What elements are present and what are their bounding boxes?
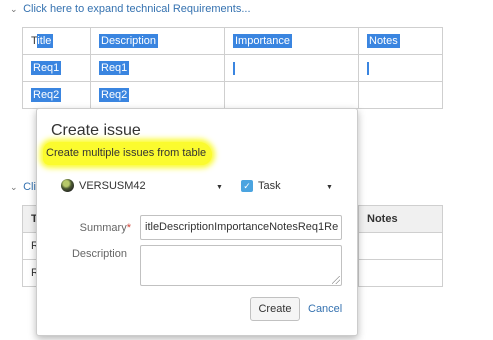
task-checkmark-icon: ✓ (241, 180, 253, 192)
cell-text: Req2 (99, 88, 130, 102)
chevron-down-icon: ⌄ (10, 182, 18, 192)
table-cell[interactable]: Req1 (22, 54, 91, 82)
summary-input[interactable]: itleDescriptionImportanceNotesReq1Re (140, 215, 342, 240)
cell-text: Req2 (31, 88, 62, 102)
table-header-cell[interactable]: Description (90, 27, 225, 55)
header-importance: Importance (233, 34, 293, 48)
table-cell[interactable] (358, 232, 443, 260)
dialog-title: Create issue (51, 122, 141, 139)
table-cell[interactable] (224, 54, 359, 82)
requirements-table: Title Description Importance Notes Req1 … (22, 27, 443, 109)
resize-grip-icon[interactable] (332, 276, 340, 284)
selection-caret (233, 61, 235, 75)
chevron-down-icon: ⌄ (10, 4, 18, 14)
table-cell[interactable]: Req2 (90, 81, 225, 109)
project-picker[interactable]: VERSUSM42 (61, 179, 146, 192)
header-notes: Notes (367, 34, 400, 48)
header-title-selected: itle (37, 34, 54, 48)
expand-technical-requirements-link[interactable]: ⌄ Click here to expand technical Require… (10, 3, 251, 15)
table-cell[interactable] (224, 81, 359, 109)
table-cell[interactable]: Req1 (90, 54, 225, 82)
table-header-cell[interactable]: Notes (358, 205, 443, 233)
summary-label: Summary* (67, 222, 131, 234)
dialog-subtitle-highlighted: Create multiple issues from table (43, 142, 213, 165)
description-textarea[interactable] (140, 245, 342, 286)
table-header-cell[interactable]: Notes (358, 27, 443, 55)
summary-label-text: Summary (79, 222, 127, 234)
description-label: Description (71, 248, 127, 260)
table-row: Req1 Req1 (22, 54, 443, 82)
table-cell[interactable] (358, 81, 443, 109)
dropdown-arrow-icon[interactable]: ▼ (216, 184, 223, 191)
project-name: VERSUSM42 (79, 179, 146, 192)
header-description: Description (99, 34, 159, 48)
create-issue-dialog: Create issue Create multiple issues from… (36, 108, 358, 336)
issue-type-name: Task (258, 180, 281, 192)
table-cell[interactable] (358, 54, 443, 82)
table-cell[interactable]: Req2 (22, 81, 91, 109)
issue-type-picker[interactable]: ✓ Task (241, 180, 281, 192)
cell-text: Req1 (31, 61, 62, 75)
table-header-cell[interactable]: Title (22, 27, 91, 55)
table-cell[interactable] (358, 259, 443, 287)
selection-caret (367, 61, 369, 75)
table-row: Req2 Req2 (22, 81, 443, 109)
create-button[interactable]: Create (250, 297, 300, 321)
dropdown-arrow-icon[interactable]: ▼ (326, 184, 333, 191)
cell-text: Req1 (99, 61, 130, 75)
cancel-link[interactable]: Cancel (308, 303, 342, 315)
table-header-row: Title Description Importance Notes (22, 27, 443, 55)
expand-link-label: Click here to expand technical Requireme… (23, 3, 251, 15)
project-avatar-icon (61, 179, 74, 192)
required-asterisk: * (126, 222, 131, 234)
table-header-cell[interactable]: Importance (224, 27, 359, 55)
